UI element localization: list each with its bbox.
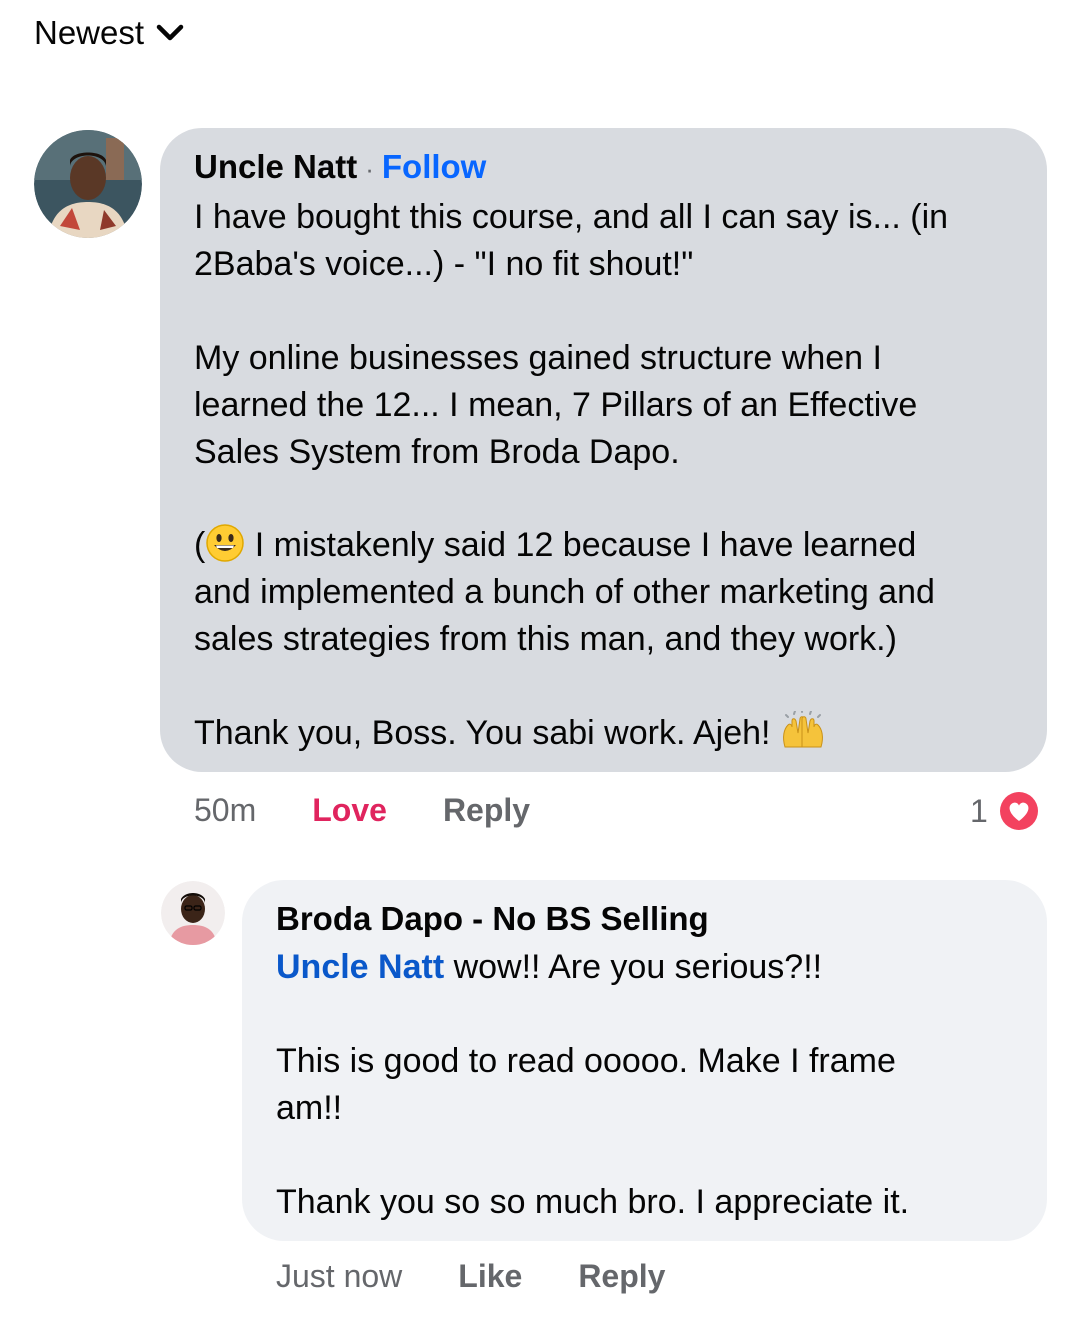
paren-open: ( [194, 526, 206, 564]
sort-dropdown[interactable]: Newest [34, 14, 184, 52]
comment-paragraph-3: ( I mistakenly said 12 because I have le… [194, 522, 1014, 569]
comment-actions: 50m Love Reply [194, 792, 530, 829]
reaction-summary[interactable]: 1 [970, 788, 1042, 834]
reply-paragraph-1-text: wow!! Are you serious?!! [444, 948, 823, 986]
follow-button[interactable]: Follow [382, 148, 486, 186]
reply-timestamp[interactable]: Just now [276, 1258, 402, 1295]
heart-reaction-icon [996, 788, 1042, 834]
love-button[interactable]: Love [312, 792, 387, 829]
comment-header: Uncle Natt · Follow [194, 148, 486, 186]
like-button[interactable]: Like [458, 1258, 522, 1295]
grinning-face-emoji [205, 523, 245, 563]
reply-author[interactable]: Broda Dapo - No BS Selling [276, 900, 709, 938]
comment-paragraph-4: Thank you, Boss. You sabi work. Ajeh! [194, 709, 1014, 757]
reply-reply-button[interactable]: Reply [578, 1258, 665, 1295]
comment-paragraph-4-text: Thank you, Boss. You sabi work. Ajeh! [194, 714, 780, 752]
reply-header: Broda Dapo - No BS Selling [276, 900, 709, 938]
comment-paragraph-1: I have bought this course, and all I can… [194, 198, 949, 283]
mention-link[interactable]: Uncle Natt [276, 948, 444, 986]
raising-hands-emoji [780, 709, 826, 751]
separator-dot: · [365, 154, 374, 184]
reply-avatar[interactable] [161, 881, 225, 945]
reply-paragraph-3: Thank you so so much bro. I appreciate i… [276, 1183, 910, 1221]
comment-timestamp[interactable]: 50m [194, 792, 256, 829]
reply-paragraph-2: This is good to read ooooo. Make I frame… [276, 1042, 896, 1127]
comment-author[interactable]: Uncle Natt [194, 148, 357, 186]
avatar[interactable] [34, 130, 142, 238]
reply-paragraph-1: Uncle Natt wow!! Are you serious?!! [276, 944, 1016, 991]
comment-paragraph-2: My online businesses gained structure wh… [194, 339, 918, 471]
sort-label: Newest [34, 14, 145, 51]
comment-paragraph-3-continuation: and implemented a bunch of other marketi… [194, 573, 935, 658]
reply-actions: Just now Like Reply [276, 1258, 665, 1295]
reaction-count: 1 [970, 792, 988, 829]
reply-button[interactable]: Reply [443, 792, 530, 829]
comment-paragraph-3-first-line: I mistakenly said 12 because I have lear… [245, 526, 917, 564]
chevron-down-icon [156, 24, 184, 41]
